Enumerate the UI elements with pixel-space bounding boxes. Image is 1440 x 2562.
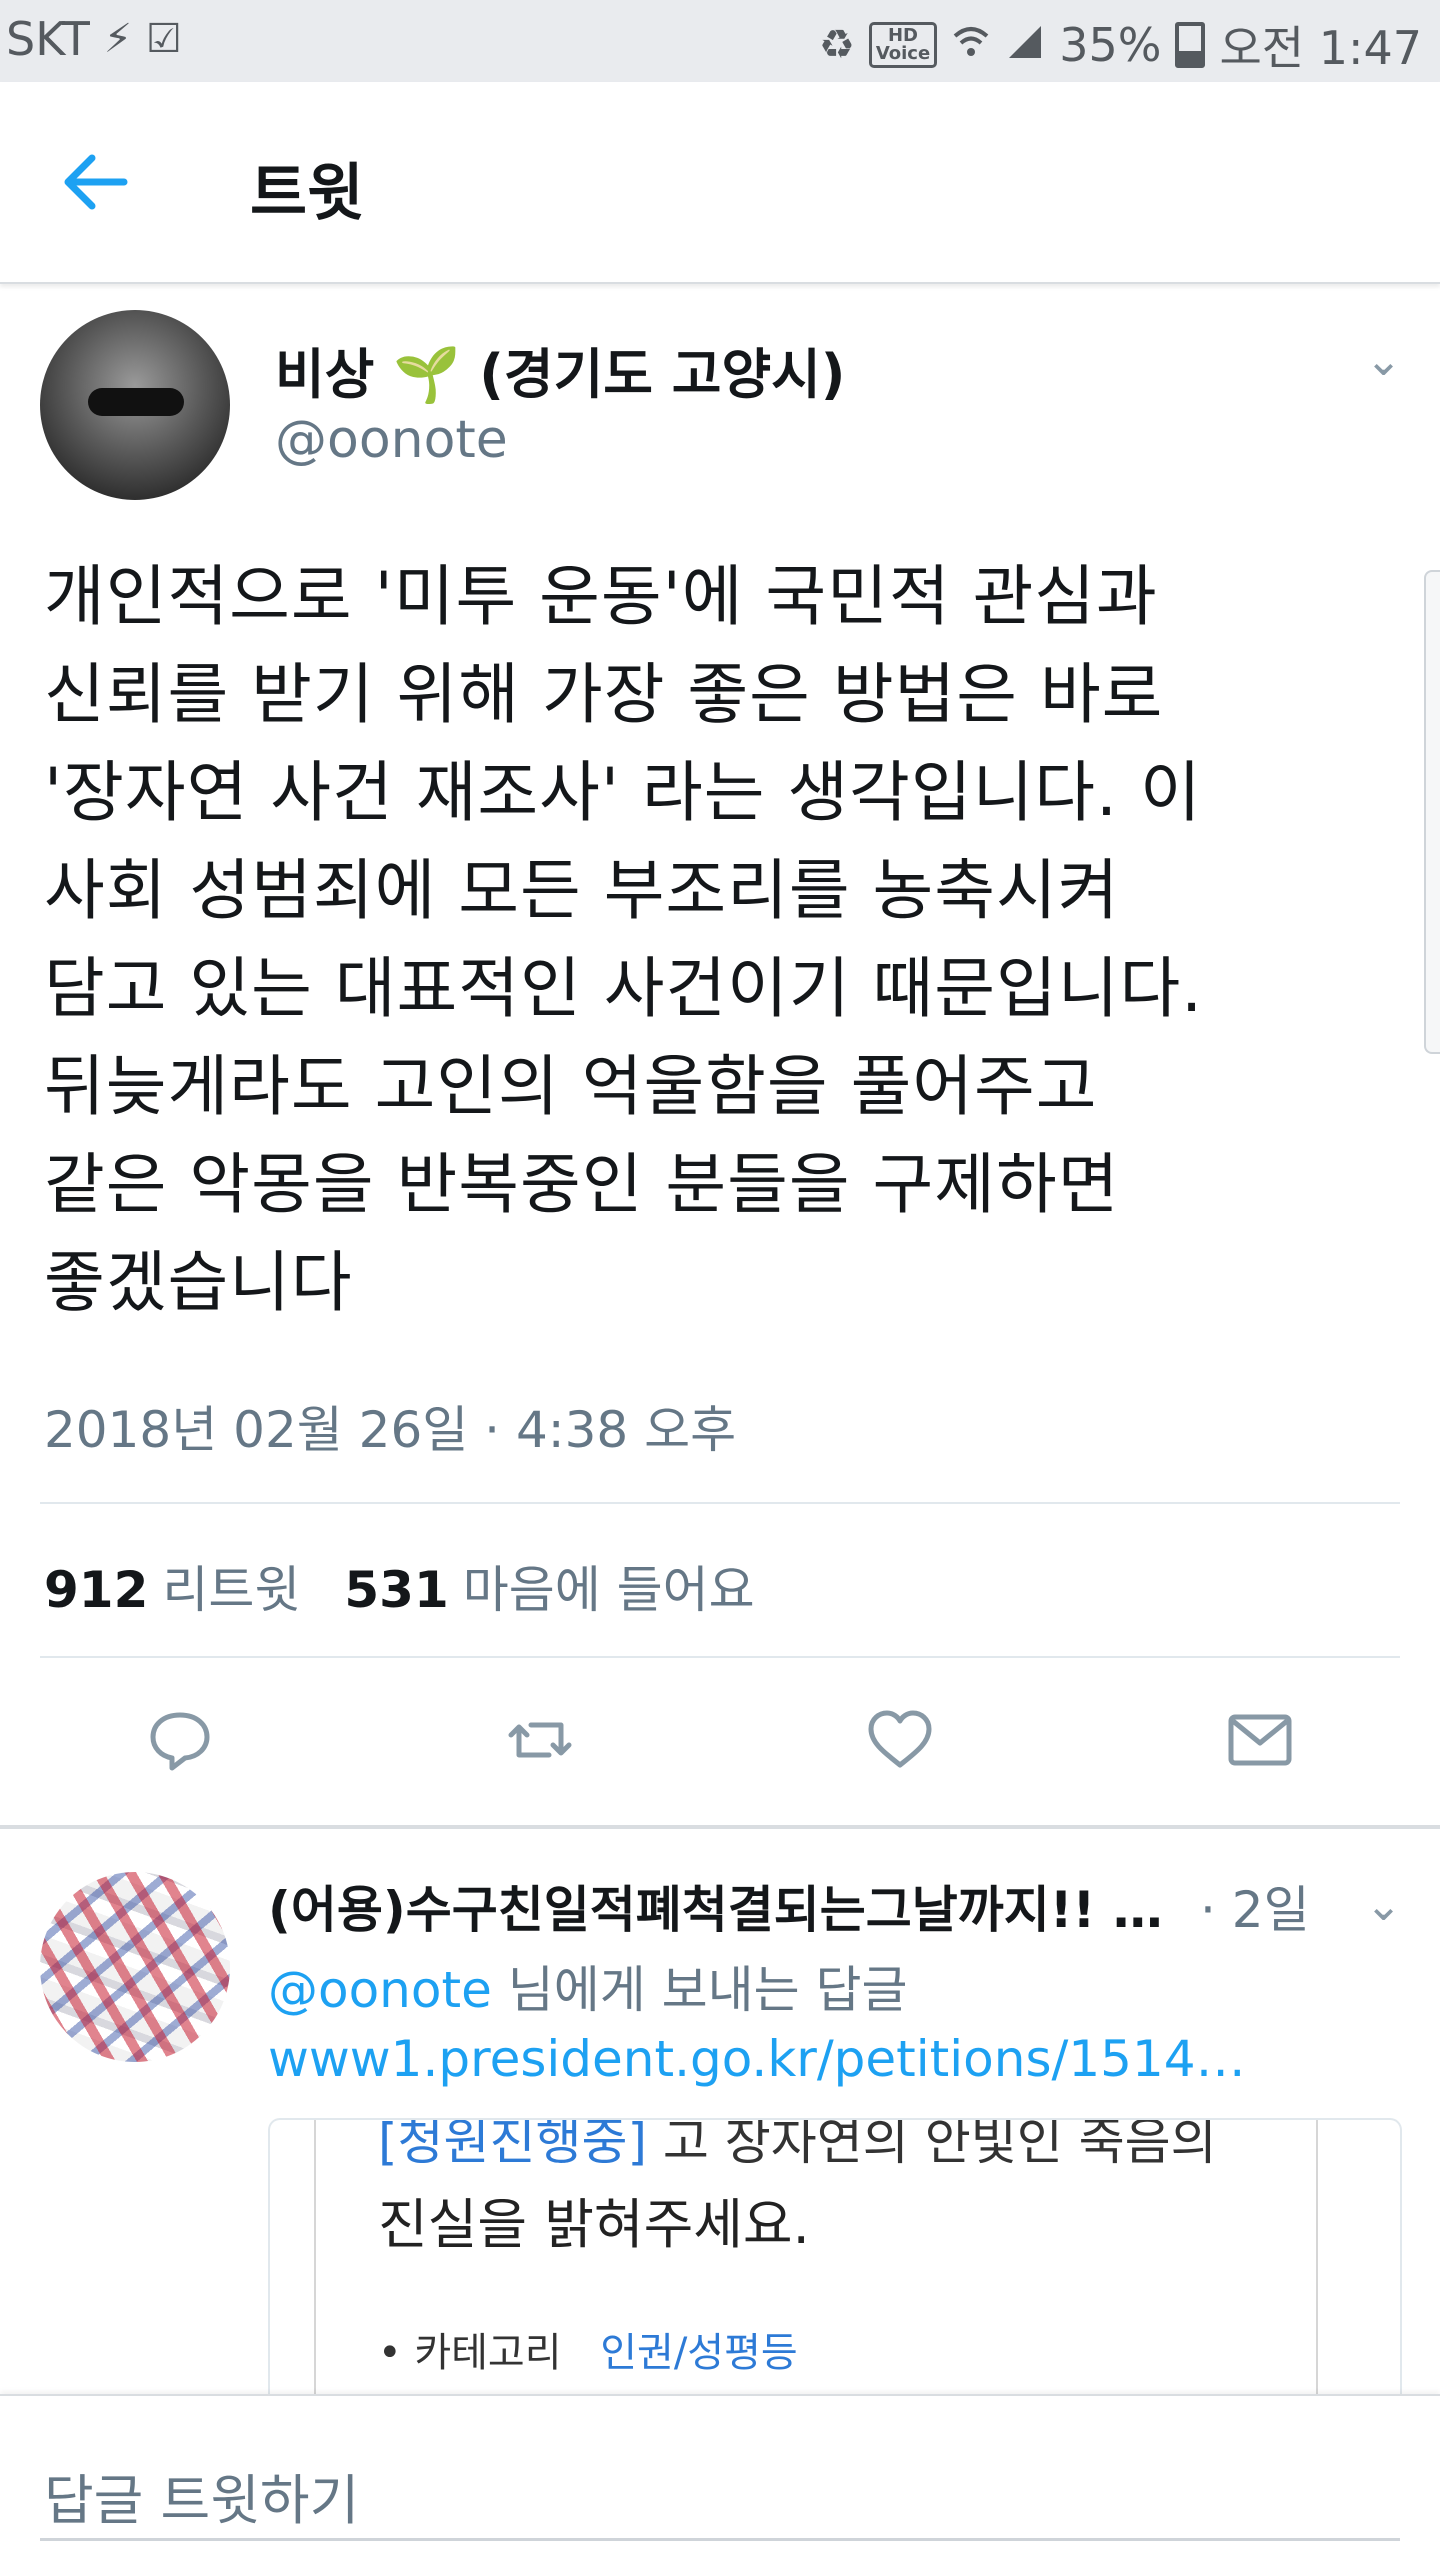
- reply-time: · 2일: [1200, 1881, 1310, 1939]
- retweet-count: 912: [44, 1561, 149, 1619]
- reply-button[interactable]: [140, 1700, 220, 1780]
- hd-voice-icon: HD Voice: [868, 22, 938, 68]
- status-bar-left: SKT ⚡ ☑: [6, 12, 182, 66]
- back-button[interactable]: [60, 150, 140, 214]
- arrow-left-icon: [64, 154, 128, 210]
- lte-signal-icon: ⚡: [103, 16, 132, 62]
- recycle-icon: ♻: [818, 22, 855, 68]
- like-stat[interactable]: 531 마음에 들어요: [344, 1550, 754, 1622]
- reply-url-link[interactable]: www1.president.go.kr/petitions/1514…: [268, 2030, 1388, 2088]
- reply-author-avatar[interactable]: [40, 1872, 230, 2062]
- card-status-tag: [청원진행중]: [378, 2118, 648, 2171]
- author-name[interactable]: 비상 🌱 (경기도 고양시): [275, 330, 846, 409]
- status-bar: SKT ⚡ ☑ ♻ HD Voice 35% 오전 1:47: [0, 0, 1440, 82]
- chevron-down-icon[interactable]: ⌄: [1365, 1880, 1402, 1931]
- battery-icon: [1175, 22, 1206, 68]
- app-header: 트윗: [0, 82, 1440, 284]
- scrollbar[interactable]: [1424, 570, 1440, 1054]
- author-location: (경기도 고양시): [479, 343, 846, 406]
- card-category: • 카테고리 인권/성평등: [378, 2320, 798, 2378]
- mention-link[interactable]: @oonote: [268, 1961, 492, 2019]
- reply-compose-bar[interactable]: 답글 트윗하기: [0, 2394, 1440, 2562]
- author-name-text: 비상: [275, 343, 375, 406]
- card-category-value: 인권/성평등: [600, 2330, 798, 2376]
- retweet-button[interactable]: [500, 1700, 580, 1780]
- like-count: 531: [344, 1561, 449, 1619]
- wifi-icon: [951, 22, 991, 69]
- divider: [40, 1502, 1400, 1504]
- section-separator: [0, 1825, 1440, 1829]
- status-bar-right: ♻ HD Voice 35% 오전 1:47: [819, 12, 1422, 78]
- like-icon: [868, 1710, 932, 1768]
- sprout-emoji-icon: 🌱: [393, 343, 461, 406]
- message-button[interactable]: [1220, 1700, 1300, 1780]
- input-underline: [40, 2538, 1400, 2541]
- replying-to: @oonote 님에게 보내는 답글: [268, 1950, 908, 2022]
- reply-author-name[interactable]: (어용)수구친일적폐척결되는그날까지!! …: [268, 1870, 1168, 1942]
- reply-input[interactable]: 답글 트윗하기: [44, 2456, 359, 2535]
- clock: 오전 1:47: [1219, 21, 1422, 75]
- card-cut-text: [청원진행중] 고 장자연의 안빛인 죽음의: [378, 2118, 1217, 2174]
- card-title: 진실을 밝혀주세요.: [378, 2193, 810, 2256]
- carrier-label: SKT: [6, 12, 90, 66]
- cell-signal-icon: [1005, 22, 1045, 69]
- retweet-stat[interactable]: 912 리트윗: [44, 1550, 300, 1622]
- card-category-label: 카테고리: [414, 2330, 562, 2376]
- page-title: 트윗: [250, 156, 365, 229]
- tweet-actions: [0, 1700, 1440, 1800]
- bullet-icon: •: [378, 2330, 402, 2376]
- tweet-text: 개인적으로 '미투 운동'에 국민적 관심과 신뢰를 받기 위해 가장 좋은 방…: [44, 558, 1204, 1321]
- reply-icon: [150, 1712, 210, 1771]
- tweet-timestamp: 2018년 02월 26일 · 4:38 오후: [44, 1401, 737, 1459]
- retweet-icon: [508, 1722, 572, 1758]
- card-cut-rest: 고 장자연의 안빛인 죽음의: [647, 2118, 1217, 2171]
- battery-percent: 35%: [1059, 18, 1162, 72]
- author-avatar[interactable]: [40, 310, 230, 500]
- avatar-image-detail: [88, 388, 184, 416]
- chevron-down-icon[interactable]: ⌄: [1365, 335, 1402, 386]
- replying-to-suffix: 님에게 보내는 답글: [491, 1961, 908, 2019]
- like-button[interactable]: [860, 1700, 940, 1780]
- divider: [40, 1656, 1400, 1658]
- retweet-label: 리트윗: [162, 1561, 301, 1619]
- notification-icon: ☑: [146, 16, 182, 62]
- like-label: 마음에 들어요: [462, 1561, 755, 1619]
- message-icon: [1228, 1714, 1292, 1766]
- author-handle[interactable]: @oonote: [275, 410, 508, 470]
- tweet-stats: 912 리트윗 531 마음에 들어요: [44, 1550, 755, 1622]
